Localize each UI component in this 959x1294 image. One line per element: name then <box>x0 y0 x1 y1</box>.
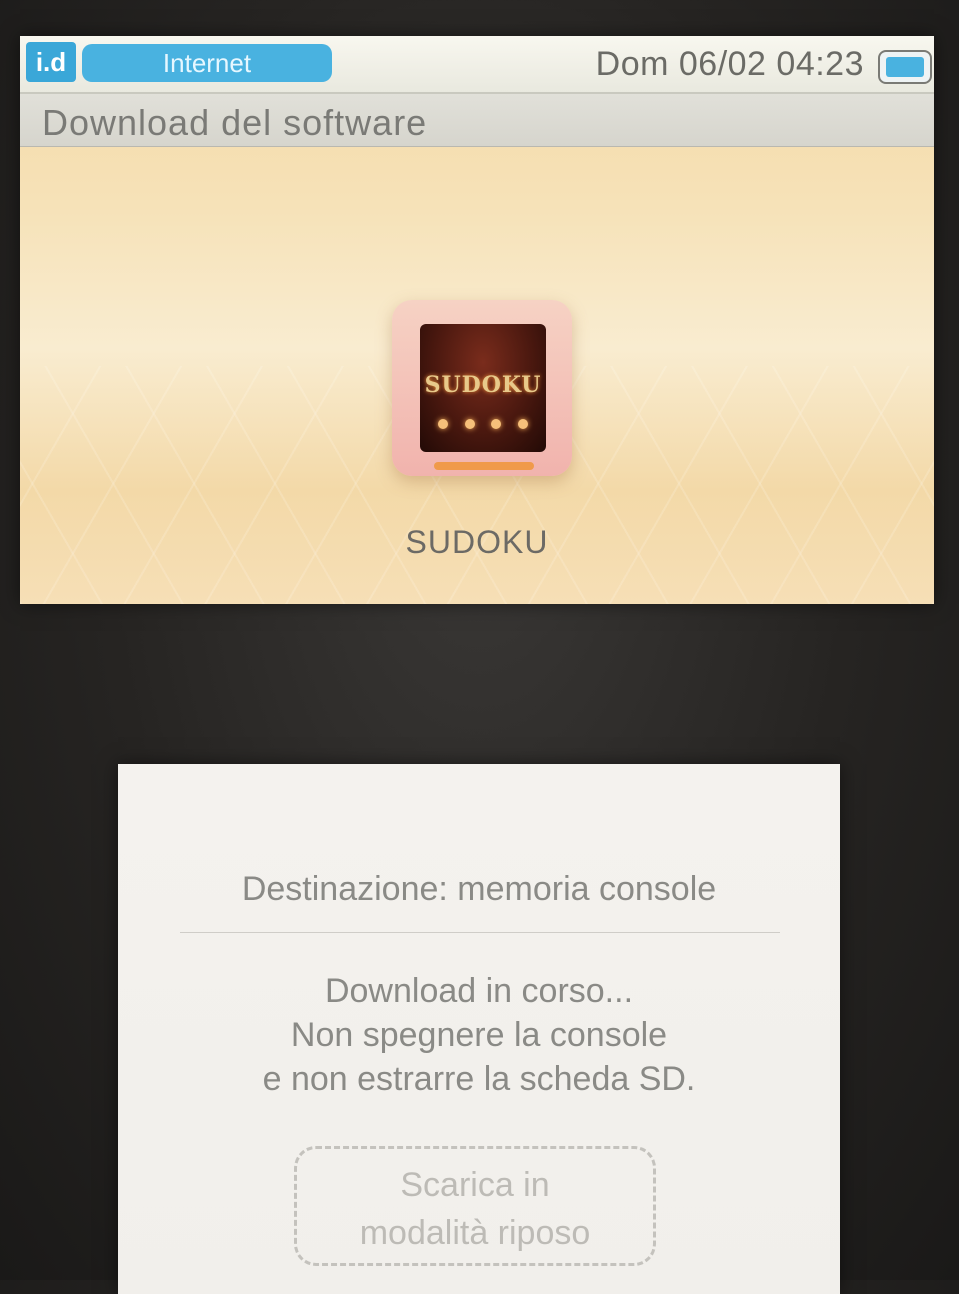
warning-line-2: e non estrarre la scheda SD. <box>262 1060 696 1098</box>
sleep-button-label-line-2: modalità riposo <box>359 1214 591 1252</box>
download-status: Download in corso... <box>324 972 634 1010</box>
battery-level <box>886 57 924 77</box>
app-icon: SUDOKU <box>420 324 546 452</box>
sleep-button-label-line-1: Scarica in <box>400 1166 550 1204</box>
status-bar: i.d Internet Dom 06/02 04:23 <box>20 36 934 94</box>
bottom-screen: Destinazione: memoria console Download i… <box>118 764 840 1294</box>
app-tile: SUDOKU <box>392 300 572 476</box>
sleep-mode-download-button[interactable]: Scarica in modalità riposo <box>294 1146 656 1266</box>
app-icon-logo: SUDOKU <box>424 372 542 398</box>
signal-icon: i.d <box>26 42 76 82</box>
top-screen: i.d Internet Dom 06/02 04:23 Download de… <box>20 36 934 604</box>
connection-indicator: Internet <box>82 44 332 82</box>
divider <box>180 932 780 933</box>
battery-icon <box>878 50 932 84</box>
app-tile-bar <box>434 462 534 470</box>
warning-line-1: Non spegnere la console <box>290 1016 668 1054</box>
destination-label: Destinazione: memoria console <box>241 870 717 908</box>
date-time: Dom 06/02 04:23 <box>595 45 864 83</box>
app-name: SUDOKU <box>405 524 549 560</box>
page-title: Download del software <box>42 102 428 143</box>
title-bar: Download del software <box>20 94 934 147</box>
app-icon-decoration <box>430 414 536 434</box>
